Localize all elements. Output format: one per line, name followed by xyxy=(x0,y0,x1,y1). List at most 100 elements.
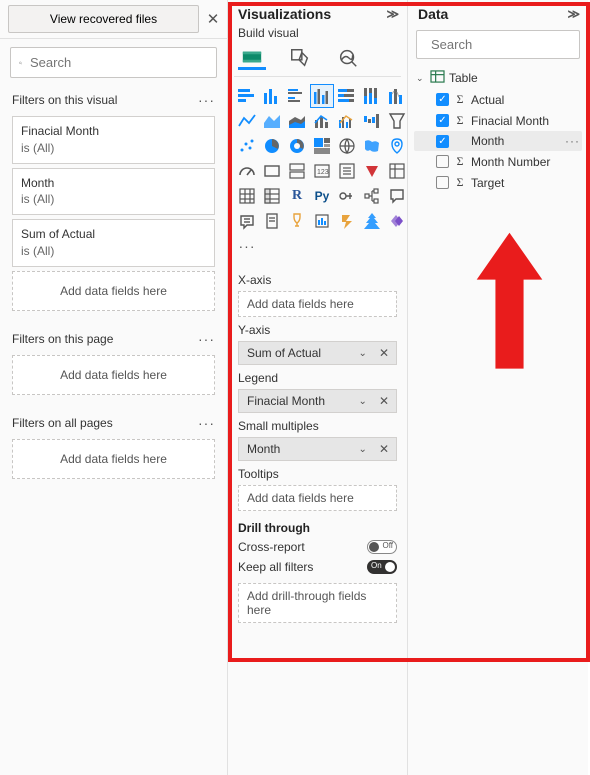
viz-power-automate-icon[interactable] xyxy=(336,210,358,232)
more-icon[interactable]: ··· xyxy=(198,415,215,431)
legend-label: Legend xyxy=(238,371,397,385)
viz-scorecard-icon[interactable] xyxy=(311,210,333,232)
viz-scatter-icon[interactable] xyxy=(236,135,258,157)
viz-table-icon[interactable] xyxy=(361,160,383,182)
viz-goals-icon[interactable] xyxy=(286,210,308,232)
chevron-down-icon[interactable]: ⌄ xyxy=(354,348,372,359)
collapse-icon[interactable]: ≫ xyxy=(386,7,397,21)
viz-more-icon[interactable]: ··· xyxy=(236,235,258,257)
drill-through-dropzone[interactable]: Add drill-through fields here xyxy=(238,583,397,623)
sigma-icon: Σ xyxy=(453,113,467,128)
viz-clustered-bar-v-icon[interactable] xyxy=(311,85,333,107)
field-row[interactable]: ✓ Σ Finacial Month xyxy=(414,110,582,131)
filter-card[interactable]: Month is (All) xyxy=(12,168,215,216)
field-row[interactable]: Σ Month Number xyxy=(414,151,582,172)
viz-gauge-icon[interactable] xyxy=(236,160,258,182)
filters-search[interactable] xyxy=(10,47,217,78)
viz-100-stacked-h-icon[interactable] xyxy=(336,85,358,107)
remove-icon[interactable]: ✕ xyxy=(372,346,396,360)
visualizations-pane: Visualizations ≫ Build visual xyxy=(228,0,408,775)
viz-multi-row-card-icon[interactable] xyxy=(286,160,308,182)
viz-clustered-bar-h-icon[interactable] xyxy=(286,85,308,107)
viz-powerapps-icon[interactable] xyxy=(386,210,407,232)
filters-search-input[interactable] xyxy=(28,54,208,71)
viz-smart-narrative-icon[interactable] xyxy=(236,210,258,232)
viz-donut-icon[interactable] xyxy=(286,135,308,157)
small-multiples-label: Small multiples xyxy=(238,419,397,433)
add-filter-visual[interactable]: Add data fields here xyxy=(12,271,215,311)
checkbox-icon[interactable] xyxy=(436,176,449,189)
viz-ribbon-icon[interactable] xyxy=(386,85,407,107)
drill-through-title: Drill through xyxy=(228,513,407,537)
more-icon[interactable]: ··· xyxy=(198,92,215,108)
viz-azure-map-icon[interactable] xyxy=(386,135,407,157)
close-icon[interactable]: ✕ xyxy=(205,10,221,28)
field-row[interactable]: ✓ Month ··· xyxy=(414,131,582,151)
checkbox-icon[interactable]: ✓ xyxy=(436,93,449,106)
tab-analytics[interactable] xyxy=(334,46,362,70)
xaxis-dropzone[interactable]: Add data fields here xyxy=(238,291,397,317)
yaxis-field[interactable]: Sum of Actual ⌄ ✕ xyxy=(238,341,397,365)
view-recovered-button[interactable]: View recovered files xyxy=(8,5,199,33)
viz-stacked-area-icon[interactable] xyxy=(286,110,308,132)
viz-py-icon[interactable]: Py xyxy=(311,185,333,207)
viz-waterfall-icon[interactable] xyxy=(361,110,383,132)
legend-field[interactable]: Finacial Month ⌄ ✕ xyxy=(238,389,397,413)
data-search[interactable] xyxy=(416,30,580,59)
viz-kpi-icon[interactable]: 123 xyxy=(311,160,333,182)
checkbox-icon[interactable]: ✓ xyxy=(436,114,449,127)
tab-build[interactable] xyxy=(238,46,266,70)
cross-report-label: Cross-report xyxy=(238,540,305,554)
viz-line-icon[interactable] xyxy=(236,110,258,132)
more-icon[interactable]: ··· xyxy=(198,331,215,347)
table-icon xyxy=(430,70,445,86)
viz-pane-title: Visualizations xyxy=(238,6,331,22)
remove-icon[interactable]: ✕ xyxy=(372,442,396,456)
viz-stacked-bar-h-icon[interactable] xyxy=(236,85,258,107)
fields-tree: ⌄ Table ✓ Σ Actual ✓ Σ Finacial Month ✓ … xyxy=(408,63,588,197)
tooltips-dropzone[interactable]: Add data fields here xyxy=(238,485,397,511)
viz-stacked-bar-v-icon[interactable] xyxy=(261,85,283,107)
data-search-input[interactable] xyxy=(429,36,590,53)
chevron-down-icon[interactable]: ⌄ xyxy=(354,396,372,407)
field-row[interactable]: ✓ Σ Actual xyxy=(414,89,582,110)
collapse-icon[interactable]: ≫ xyxy=(567,7,578,21)
caret-down-icon: ⌄ xyxy=(416,73,426,84)
viz-area-icon[interactable] xyxy=(261,110,283,132)
viz-line-stacked-col-icon[interactable] xyxy=(311,110,333,132)
keep-filters-toggle[interactable]: On xyxy=(367,560,397,574)
viz-treemap-icon[interactable] xyxy=(311,135,333,157)
cross-report-toggle[interactable]: Off xyxy=(367,540,397,554)
keep-filters-label: Keep all filters xyxy=(238,560,313,574)
viz-paginated-icon[interactable] xyxy=(261,210,283,232)
checkbox-icon[interactable] xyxy=(436,155,449,168)
more-icon[interactable]: ··· xyxy=(565,134,580,148)
chevron-down-icon[interactable]: ⌄ xyxy=(354,444,372,455)
viz-funnel-icon[interactable] xyxy=(386,110,407,132)
table-node[interactable]: ⌄ Table xyxy=(414,67,582,89)
add-filter-page[interactable]: Add data fields here xyxy=(12,355,215,395)
viz-filled-map-icon[interactable] xyxy=(361,135,383,157)
viz-matrix-icon[interactable] xyxy=(386,160,407,182)
viz-r-icon[interactable]: R xyxy=(286,185,308,207)
small-multiples-field[interactable]: Month ⌄ ✕ xyxy=(238,437,397,461)
viz-100-stacked-v-icon[interactable] xyxy=(361,85,383,107)
filter-card[interactable]: Finacial Month is (All) xyxy=(12,116,215,164)
filter-card[interactable]: Sum of Actual is (All) xyxy=(12,219,215,267)
viz-matrix2-icon[interactable] xyxy=(261,185,283,207)
checkbox-icon[interactable]: ✓ xyxy=(436,135,449,148)
tab-format[interactable] xyxy=(286,46,314,70)
viz-pie-icon[interactable] xyxy=(261,135,283,157)
add-filter-all[interactable]: Add data fields here xyxy=(12,439,215,479)
viz-slicer-icon[interactable] xyxy=(336,160,358,182)
viz-arcgis-icon[interactable] xyxy=(361,210,383,232)
viz-card-icon[interactable] xyxy=(261,160,283,182)
viz-map-icon[interactable] xyxy=(336,135,358,157)
viz-qna-icon[interactable] xyxy=(386,185,407,207)
field-row[interactable]: Σ Target xyxy=(414,172,582,193)
viz-table2-icon[interactable] xyxy=(236,185,258,207)
viz-key-influencers-icon[interactable] xyxy=(336,185,358,207)
viz-decomposition-icon[interactable] xyxy=(361,185,383,207)
remove-icon[interactable]: ✕ xyxy=(372,394,396,408)
viz-line-clustered-col-icon[interactable] xyxy=(336,110,358,132)
